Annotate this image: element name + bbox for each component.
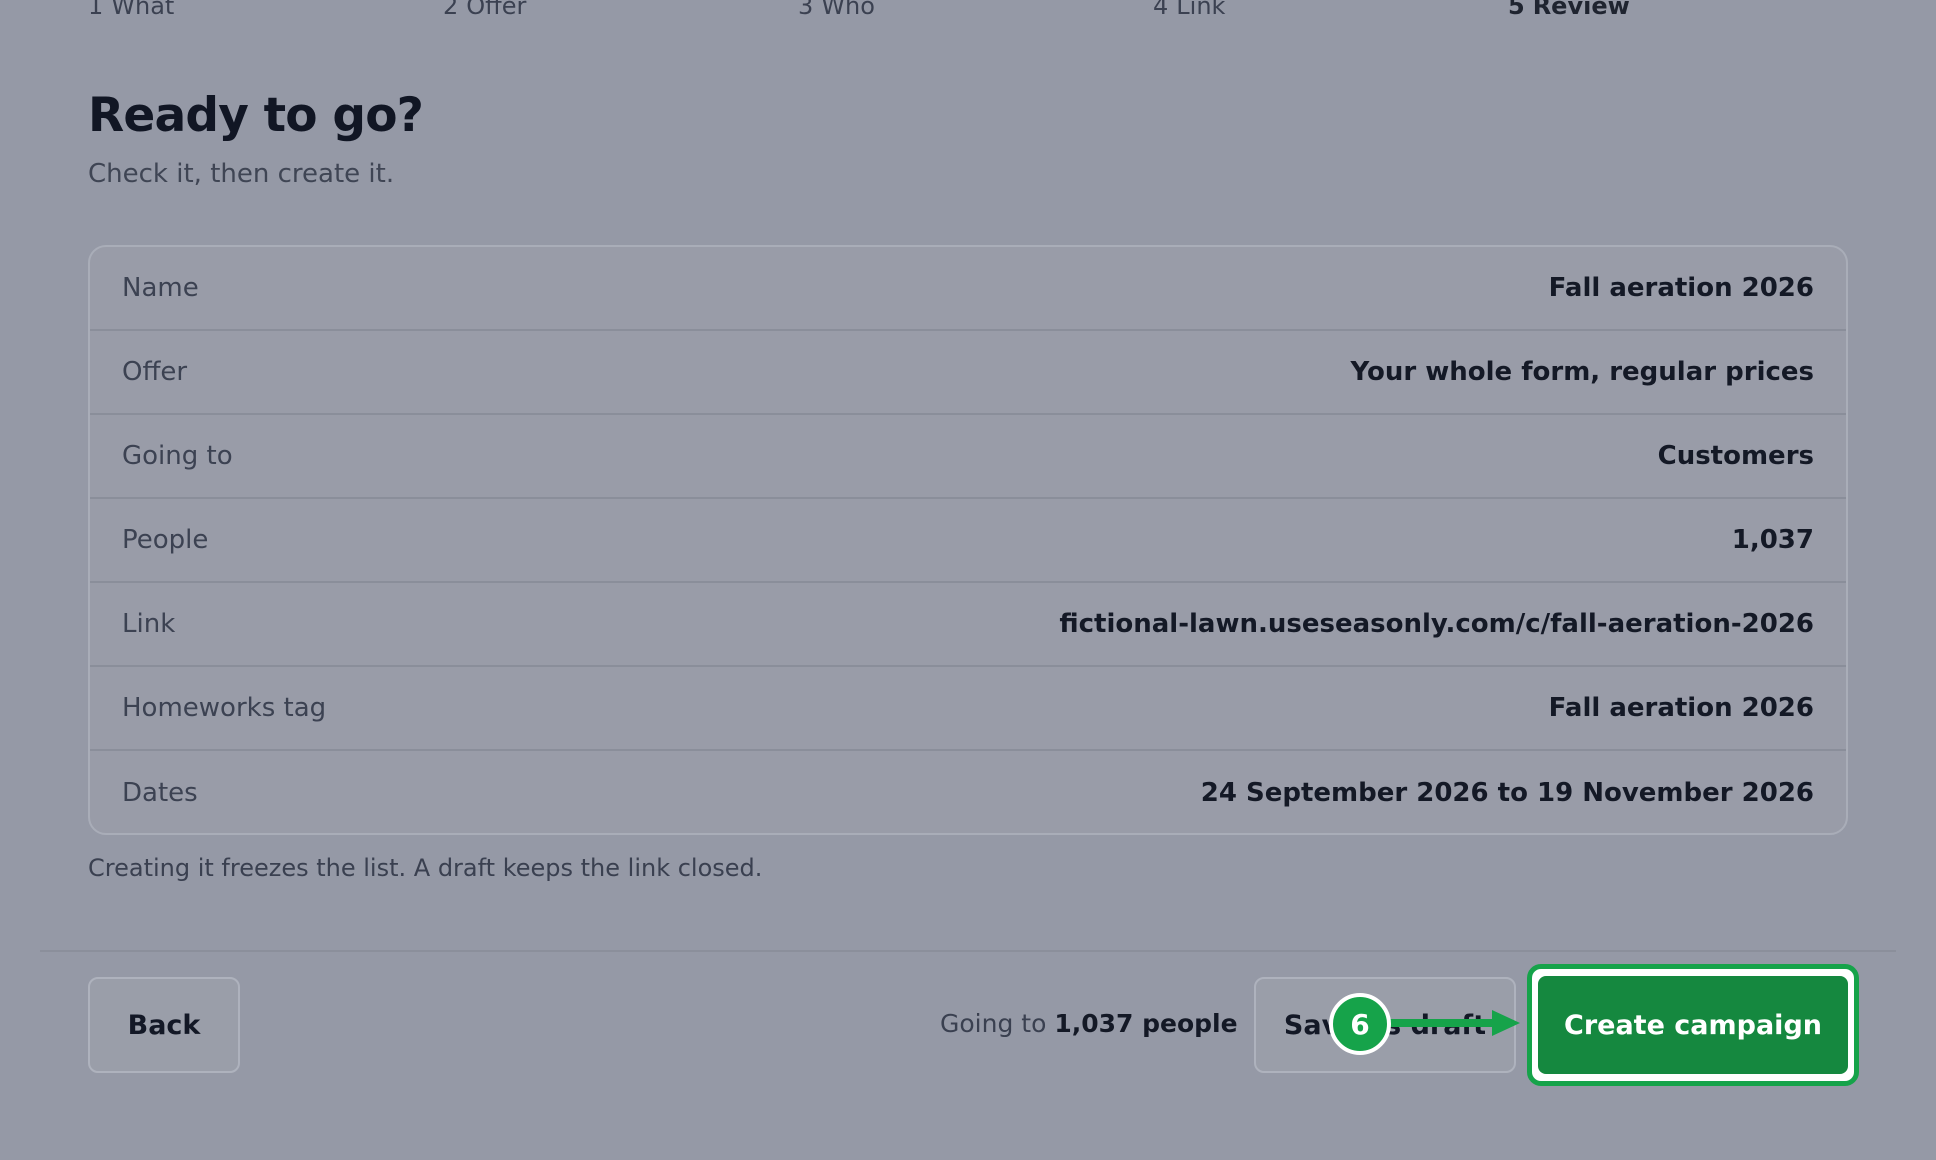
page-subtitle: Check it, then create it.	[88, 159, 395, 189]
step-marker-badge: 6	[1329, 993, 1391, 1055]
create-campaign-button[interactable]: Create campaign	[1538, 976, 1848, 1074]
back-button[interactable]: Back	[88, 977, 240, 1073]
step-label: Offer	[466, 0, 527, 20]
step-number: 2	[443, 0, 459, 20]
step-label: Link	[1176, 0, 1226, 20]
footer-divider	[40, 950, 1896, 952]
step-number: 4	[1153, 0, 1169, 20]
summary-row-going-to: Going to Customers	[90, 415, 1846, 499]
summary-label: Dates	[122, 778, 198, 808]
step-label: What	[111, 0, 175, 20]
summary-row-link: Link fictional-lawn.useseasonly.com/c/fa…	[90, 583, 1846, 667]
step-link[interactable]: 4 Link	[1153, 0, 1225, 26]
freeze-note: Creating it freezes the list. A draft ke…	[88, 854, 763, 882]
summary-row-offer: Offer Your whole form, regular prices	[90, 331, 1846, 415]
recipient-count: Going to 1,037 people	[940, 1004, 1238, 1044]
step-label: Review	[1532, 0, 1630, 20]
step-offer[interactable]: 2 Offer	[443, 0, 526, 26]
summary-label: Going to	[122, 441, 233, 471]
summary-label: Homeworks tag	[122, 693, 327, 723]
summary-label: People	[122, 525, 209, 555]
summary-value: Fall aeration 2026	[1548, 693, 1814, 723]
summary-value: 24 September 2026 to 19 November 2026	[1200, 778, 1814, 808]
summary-label: Offer	[122, 357, 188, 387]
summary-value: Customers	[1657, 441, 1814, 471]
summary-row-homeworks-tag: Homeworks tag Fall aeration 2026	[90, 667, 1846, 751]
summary-label: Link	[122, 609, 176, 639]
campaign-summary: Name Fall aeration 2026 Offer Your whole…	[88, 245, 1848, 835]
step-indicator: 1 What 2 Offer 3 Who 4 Link 5 Review	[88, 0, 1848, 26]
summary-value: 1,037	[1731, 525, 1814, 555]
summary-label: Name	[122, 273, 199, 303]
recipient-prefix: Going to	[940, 1009, 1047, 1038]
recipient-count-value: 1,037 people	[1054, 1009, 1238, 1038]
step-number: 3	[798, 0, 814, 20]
step-what[interactable]: 1 What	[88, 0, 174, 26]
summary-value: Fall aeration 2026	[1548, 273, 1814, 303]
step-review[interactable]: 5 Review	[1508, 0, 1630, 26]
step-number: 5	[1508, 0, 1525, 20]
step-who[interactable]: 3 Who	[798, 0, 875, 26]
summary-row-dates: Dates 24 September 2026 to 19 November 2…	[90, 751, 1846, 833]
step-number: 1	[88, 0, 104, 20]
summary-value: Your whole form, regular prices	[1350, 357, 1814, 387]
step-arrow-icon	[1386, 1010, 1520, 1036]
summary-row-people: People 1,037	[90, 499, 1846, 583]
page-title: Ready to go?	[88, 88, 424, 143]
summary-row-name: Name Fall aeration 2026	[90, 247, 1846, 331]
review-page: 1 What 2 Offer 3 Who 4 Link 5 Review Ready to…	[0, 0, 1936, 1160]
step-label: Who	[821, 0, 875, 20]
summary-value: fictional-lawn.useseasonly.com/c/fall-ae…	[1059, 609, 1814, 639]
